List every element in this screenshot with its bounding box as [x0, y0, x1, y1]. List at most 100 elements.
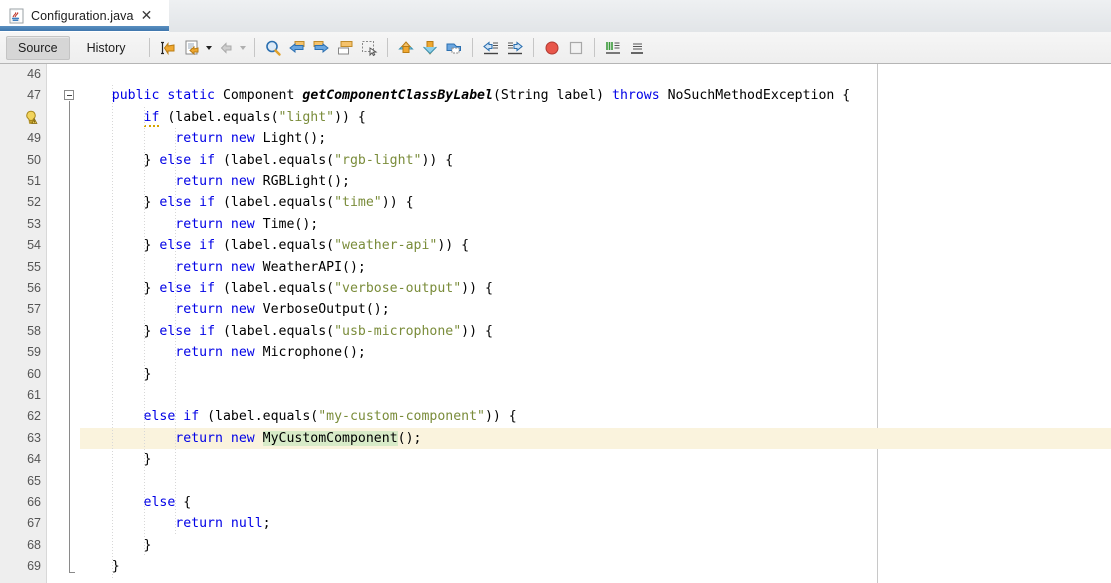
code-line[interactable]: 59 return new Microphone(); — [0, 342, 1111, 363]
toggle-bookmark-icon[interactable] — [333, 36, 357, 60]
fold-end-marker — [68, 571, 75, 573]
lightbulb-warning-icon[interactable] — [22, 109, 40, 127]
code-line[interactable]: 62 else if (label.equals("my-custom-comp… — [0, 406, 1111, 427]
line-number: 60 — [27, 366, 41, 381]
code-text: } — [80, 559, 120, 575]
code-line[interactable]: 60 } — [0, 364, 1111, 385]
code-text: if (label.equals("light")) { — [143, 109, 366, 127]
code-text: } else if (label.equals("time")) { — [80, 195, 414, 211]
tab-history[interactable]: History — [76, 37, 137, 59]
code-line[interactable]: 66 else { — [0, 492, 1111, 513]
line-number: 56 — [27, 281, 41, 295]
tab-source[interactable]: Source — [6, 35, 70, 60]
code-line[interactable]: 54 } else if (label.equals("weather-api"… — [0, 235, 1111, 256]
stop-icon[interactable] — [564, 36, 588, 60]
code-line[interactable]: 61 — [0, 385, 1111, 406]
source-editor[interactable]: 46 47 public static Component getComponen… — [0, 64, 1111, 583]
java-file-icon — [9, 8, 25, 24]
editor-tab-strip: Configuration.java ✕ — [0, 0, 1111, 32]
chevron-down-icon[interactable] — [204, 36, 214, 60]
editor-toolbar: Source History — [0, 32, 1111, 64]
editor-tab-label: Configuration.java — [31, 9, 134, 23]
chevron-down-disabled-icon — [238, 36, 248, 60]
code-line[interactable]: 47 public static Component getComponentC… — [0, 85, 1111, 106]
toolbar-separator — [386, 38, 388, 57]
fold-stem — [68, 101, 70, 572]
toolbar-separator — [471, 38, 473, 57]
toggle-rectangular-selection-icon[interactable] — [357, 36, 381, 60]
shift-right-icon[interactable] — [503, 36, 527, 60]
previous-bookmark-icon[interactable] — [285, 36, 309, 60]
code-line[interactable]: 65 — [0, 471, 1111, 492]
code-text: else if (label.equals("my-custom-compone… — [143, 409, 517, 425]
toolbar-separator — [593, 38, 595, 57]
find-selection-icon[interactable] — [261, 36, 285, 60]
code-line[interactable]: 56 } else if (label.equals("verbose-outp… — [0, 278, 1111, 299]
code-line[interactable]: 68 } — [0, 535, 1111, 556]
code-line[interactable]: 69 } — [0, 556, 1111, 577]
shift-line-right-icon[interactable] — [214, 36, 238, 60]
code-text: } — [80, 366, 152, 382]
close-icon[interactable]: ✕ — [141, 9, 153, 23]
code-line[interactable]: 53 return new Time(); — [0, 214, 1111, 235]
code-line[interactable]: 52 } else if (label.equals("time")) { — [0, 192, 1111, 213]
line-number: 47 — [27, 88, 41, 103]
line-number: 55 — [27, 259, 41, 274]
code-text: return new MyCustomComponent(); — [175, 430, 422, 446]
line-number: 52 — [27, 195, 41, 210]
code-text: } else if (label.equals("rgb-light")) { — [80, 152, 454, 168]
code-line[interactable]: 67 return null; — [0, 513, 1111, 534]
format-icon[interactable] — [601, 36, 625, 60]
line-number: 65 — [27, 473, 41, 488]
shift-line-down-icon[interactable] — [418, 36, 442, 60]
next-bookmark-icon[interactable] — [309, 36, 333, 60]
code-line[interactable]: 58 } else if (label.equals("usb-micropho… — [0, 321, 1111, 342]
toggle-breakpoint-icon[interactable] — [540, 36, 564, 60]
line-number: 61 — [27, 388, 41, 402]
code-text: return new Light(); — [175, 131, 327, 147]
code-text: } else if (label.equals("verbose-output"… — [80, 281, 493, 296]
line-number: 54 — [27, 238, 41, 253]
last-edit-position-icon[interactable] — [156, 36, 180, 60]
line-number: 59 — [27, 345, 41, 360]
code-fold-column[interactable] — [64, 64, 80, 583]
code-line[interactable]: 64 } — [0, 449, 1111, 470]
line-number: 49 — [27, 131, 41, 146]
code-text: return new RGBLight(); — [175, 174, 350, 189]
line-number: 62 — [27, 409, 41, 424]
code-line[interactable]: if (label.equals("light")) { — [0, 107, 1111, 128]
code-text: return new WeatherAPI(); — [175, 259, 366, 275]
toolbar-separator — [253, 38, 255, 57]
line-number: 66 — [27, 495, 41, 509]
shift-line-up-icon[interactable] — [394, 36, 418, 60]
code-line[interactable]: 57 return new VerboseOutput(); — [0, 299, 1111, 320]
line-number: 51 — [27, 174, 41, 188]
toggle-comment-icon[interactable] — [180, 36, 204, 60]
inspect-icon[interactable] — [625, 36, 649, 60]
code-content[interactable]: 46 47 public static Component getComponen… — [0, 64, 1111, 583]
line-number: 57 — [27, 302, 41, 317]
code-line[interactable]: 50 } else if (label.equals("rgb-light"))… — [0, 150, 1111, 171]
code-line[interactable]: 46 — [0, 64, 1111, 85]
code-text: return new VerboseOutput(); — [175, 302, 390, 318]
indent-guide — [175, 128, 177, 535]
code-line[interactable]: 49 return new Light(); — [0, 128, 1111, 149]
copy-line-icon[interactable] — [442, 36, 466, 60]
line-number: 63 — [27, 430, 41, 445]
line-number: 69 — [27, 559, 41, 574]
tab-source-label: Source — [18, 40, 58, 55]
line-number: 68 — [27, 537, 41, 552]
code-text: } — [80, 537, 152, 553]
indent-guide — [143, 106, 145, 557]
line-number: 50 — [27, 152, 41, 167]
line-number: 58 — [27, 323, 41, 338]
tab-history-label: History — [86, 40, 126, 55]
shift-left-icon[interactable] — [479, 36, 503, 60]
code-text: return new Time(); — [175, 216, 319, 232]
code-line[interactable]: 51 return new RGBLight(); — [0, 171, 1111, 192]
code-line[interactable]: 63 return new MyCustomComponent(); — [0, 427, 1111, 450]
fold-collapse-button[interactable] — [64, 90, 74, 101]
code-line[interactable]: 55 return new WeatherAPI(); — [0, 257, 1111, 278]
code-text: } else if (label.equals("usb-microphone"… — [80, 323, 493, 339]
code-text: return new Microphone(); — [175, 345, 366, 361]
